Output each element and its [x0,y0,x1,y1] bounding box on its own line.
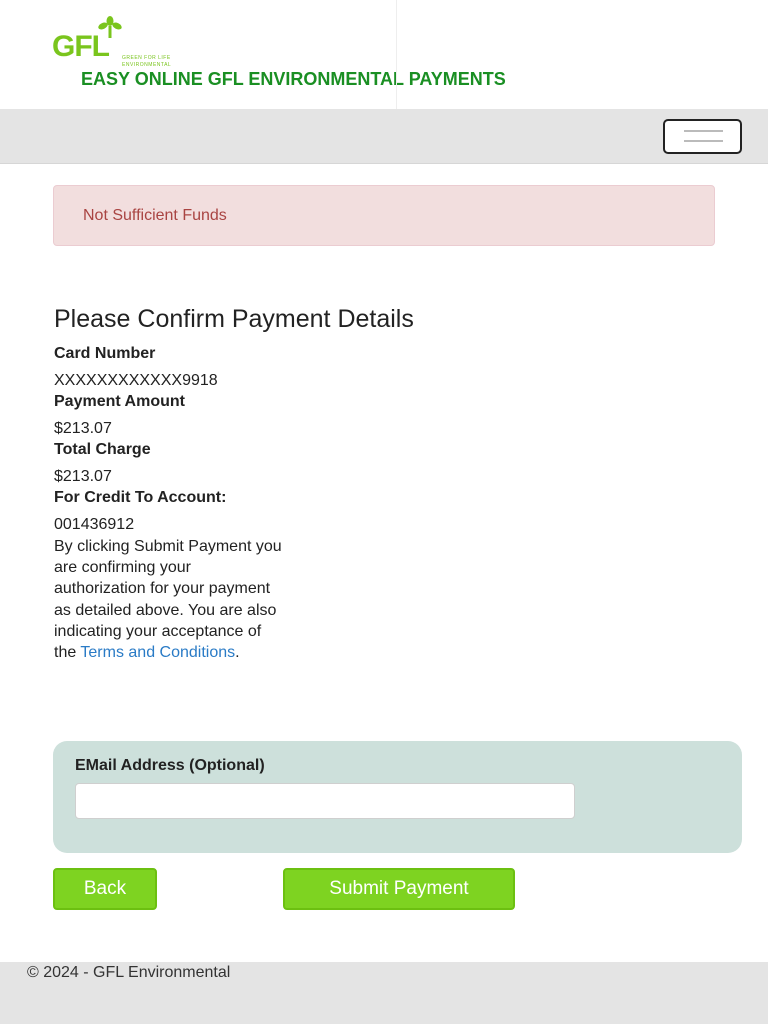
email-input[interactable] [75,783,575,819]
back-button[interactable]: Back [53,868,157,910]
submit-payment-button[interactable]: Submit Payment [283,868,515,910]
footer: © 2024 - GFL Environmental [0,962,768,1024]
disclaimer-period: . [235,644,240,662]
email-label: EMail Address (Optional) [75,757,265,774]
page-title: Please Confirm Payment Details [54,305,414,333]
card-number-value: XXXXXXXXXXXX9918 [54,372,218,389]
menu-toggle-button[interactable] [663,119,742,154]
site-title: EASY ONLINE GFL ENVIRONMENTAL PAYMENTS [81,69,506,89]
terms-link[interactable]: Terms and Conditions [80,644,235,661]
total-charge-value: $213.07 [54,468,112,485]
payment-amount-label: Payment Amount [54,393,185,410]
card-number-label: Card Number [54,345,156,362]
site-header: GFL green for life environmental EASY ON… [0,0,768,109]
email-panel: EMail Address (Optional) [53,741,742,853]
hamburger-icon-bar [684,140,723,142]
error-alert: Not Sufficient Funds [53,185,715,246]
authorization-disclaimer: By clicking Submit Payment you are confi… [54,536,284,663]
account-value: 001436912 [54,516,135,533]
hamburger-icon [684,130,723,132]
navbar [0,109,768,164]
logo-subtitle: environmental [122,62,172,68]
header-divider [396,0,397,109]
copyright-text: © 2024 - GFL Environmental [27,964,231,981]
logo-text: GFL [52,30,110,63]
total-charge-label: Total Charge [54,441,151,458]
disclaimer-text: By clicking Submit Payment you are confi… [54,538,282,662]
payment-amount-value: $213.07 [54,420,112,437]
alert-message: Not Sufficient Funds [83,207,227,224]
gfl-logo[interactable]: GFL green for life environmental [52,16,202,70]
account-label: For Credit To Account: [54,489,227,506]
logo-tagline: green for life [122,55,171,61]
